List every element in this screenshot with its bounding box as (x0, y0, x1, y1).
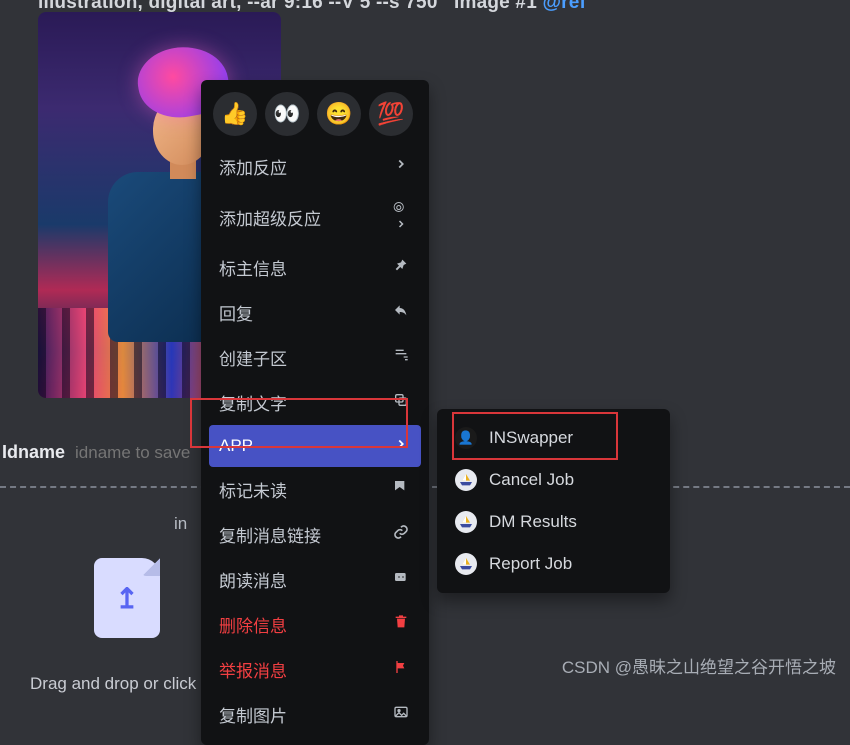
trash-icon (391, 614, 411, 635)
menu-item-label: 添加反应 (219, 154, 287, 179)
menu-item-add-super-reaction[interactable]: 添加超级反应 ⦾ (209, 189, 421, 245)
reaction-laugh[interactable]: 😄 (317, 92, 361, 136)
menu-item-label: 复制图片 (219, 702, 287, 727)
menu-item-add-reaction[interactable]: 添加反应 (209, 144, 421, 189)
menu-item-label: 标主信息 (219, 255, 287, 280)
menu-item-label: 创建子区 (219, 345, 287, 370)
submenu-item-cancel-job[interactable]: Cancel Job (445, 459, 662, 501)
menu-item-thread[interactable]: 创建子区 (209, 335, 421, 380)
menu-item-label: APP (219, 436, 253, 456)
app-avatar-icon (455, 469, 477, 491)
app-submenu: 👤 INSwapper Cancel Job DM Results Report Job (437, 409, 670, 593)
upload-icon: ↥ (115, 582, 138, 615)
reply-icon (391, 302, 411, 323)
idname-label: Idname (2, 442, 65, 463)
upload-dropzone[interactable]: ↥ (94, 558, 160, 638)
menu-item-label: 删除信息 (219, 612, 287, 637)
link-icon (391, 524, 411, 545)
watermark: CSDN @愚昧之山绝望之谷开悟之坡 (562, 653, 836, 678)
submenu-item-dm-results[interactable]: DM Results (445, 501, 662, 543)
super-icon: ⦾ (391, 199, 411, 235)
submenu-item-label: DM Results (489, 512, 577, 532)
submenu-item-report-job[interactable]: Report Job (445, 543, 662, 585)
chevron-icon (391, 157, 411, 176)
thread-icon (391, 347, 411, 368)
app-avatar-icon: 👤 (455, 427, 477, 449)
ref-link[interactable]: @ref (542, 0, 586, 13)
submenu-item-label: Report Job (489, 554, 572, 574)
menu-item-reply[interactable]: 回复 (209, 290, 421, 335)
drag-drop-text: Drag and drop or click (30, 674, 196, 694)
submenu-item-label: INSwapper (489, 428, 573, 448)
menu-item-label: 复制消息链接 (219, 522, 321, 547)
menu-item-label: 举报消息 (219, 657, 287, 682)
menu-item-label: 添加超级反应 (219, 205, 321, 230)
submenu-item-label: Cancel Job (489, 470, 574, 490)
menu-item-app[interactable]: APP (209, 425, 421, 467)
menu-item-copy-text[interactable]: 复制文字 (209, 380, 421, 425)
chevron-icon (391, 437, 411, 456)
menu-item-copy-link[interactable]: 复制消息链接 (209, 512, 421, 557)
menu-item-label: 回复 (219, 300, 253, 325)
menu-item-label: 复制文字 (219, 390, 287, 415)
menu-item-label: 朗读消息 (219, 567, 287, 592)
app-avatar-icon (455, 553, 477, 575)
unread-icon (391, 479, 411, 500)
idname-input[interactable] (75, 443, 215, 463)
tts-icon (391, 569, 411, 590)
copy-icon (391, 392, 411, 413)
reaction-thumbs-up[interactable]: 👍 (213, 92, 257, 136)
reaction-eyes[interactable]: 👀 (265, 92, 309, 136)
menu-item-tts[interactable]: 朗读消息 (209, 557, 421, 602)
menu-item-unread[interactable]: 标记未读 (209, 467, 421, 512)
menu-item-copy-image[interactable]: 复制图片 (209, 692, 421, 737)
pin-icon (391, 257, 411, 278)
menu-item-report[interactable]: 举报消息 (209, 647, 421, 692)
menu-item-delete[interactable]: 删除信息 (209, 602, 421, 647)
image-icon (391, 704, 411, 725)
submenu-item-inswapper[interactable]: 👤 INSwapper (445, 417, 662, 459)
flag-icon (391, 659, 411, 680)
reaction-hundred[interactable]: 💯 (369, 92, 413, 136)
message-context-menu: 👍 👀 😄 💯 添加反应添加超级反应 ⦾ 标主信息回复创建子区复制文字 APP 标记未… (201, 80, 429, 745)
menu-item-pin[interactable]: 标主信息 (209, 245, 421, 290)
in-label: in (174, 514, 187, 534)
app-avatar-icon (455, 511, 477, 533)
menu-item-label: 标记未读 (219, 477, 287, 502)
quick-reactions-row: 👍 👀 😄 💯 (209, 88, 421, 144)
